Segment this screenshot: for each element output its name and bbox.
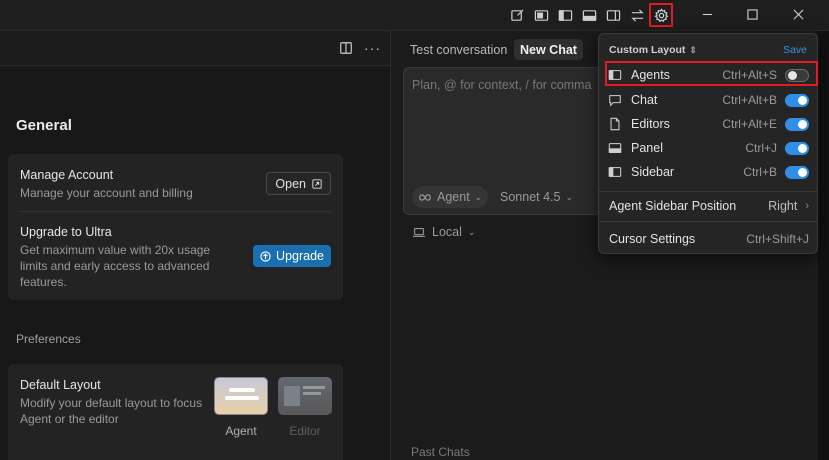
more-icon[interactable]: ··· <box>364 40 381 56</box>
account-card: Manage Account Manage your account and b… <box>8 154 343 300</box>
gear-icon[interactable] <box>649 3 673 27</box>
layout-item-shortcut: Ctrl+Alt+E <box>722 117 777 131</box>
environment-selector[interactable]: Local ⌄ <box>412 225 475 239</box>
laptop-icon <box>412 227 426 237</box>
tab-label: New Chat <box>520 42 577 57</box>
chevron-down-icon: ⌄ <box>467 226 476 237</box>
agents-toggle[interactable] <box>785 68 809 82</box>
upgrade-button-label: Upgrade <box>276 249 324 263</box>
infinity-icon <box>419 193 431 201</box>
section-title: General <box>16 117 72 134</box>
layout-dropdown: Custom Layout ⇕ Save Agents Ctrl+Alt+S C… <box>598 33 818 254</box>
settings-panel: ··· General Manage Account Manage your a… <box>0 31 391 460</box>
divider <box>20 211 331 212</box>
tab-test-conversation[interactable]: Test conversation <box>404 39 513 60</box>
custom-layout-label: Custom Layout <box>609 44 686 56</box>
layout-item-shortcut: Ctrl+Alt+B <box>722 93 777 107</box>
settings-body: General Manage Account Manage your accou… <box>0 67 390 460</box>
layout-item-label: Editors <box>631 117 670 131</box>
agent-sidebar-position-value: Right <box>768 199 798 213</box>
divider <box>599 221 817 222</box>
swap-icon[interactable] <box>629 7 645 23</box>
compose-icon[interactable] <box>509 7 525 23</box>
sidebar-icon <box>607 164 623 180</box>
agent-sidebar-position-label: Agent Sidebar Position <box>609 199 737 213</box>
layout-item-shortcut: Ctrl+J <box>745 141 777 155</box>
layout-item-label: Agents <box>631 68 670 82</box>
default-layout-card: Default Layout Modify your default layou… <box>8 364 343 460</box>
upgrade-desc: Get maximum value with 20x usage limits … <box>20 243 211 289</box>
layout-option-editor-label: Editor <box>289 424 321 438</box>
chevron-right-icon: › <box>805 200 809 212</box>
custom-layout-header[interactable]: Custom Layout ⇕ <box>609 44 697 56</box>
default-layout-row: Default Layout Modify your default layou… <box>20 378 203 427</box>
layout-agents-icon[interactable] <box>533 7 549 23</box>
layout-item-label: Sidebar <box>631 165 675 179</box>
editors-toggle[interactable] <box>785 117 809 131</box>
agents-panel-icon <box>607 67 623 83</box>
external-link-icon <box>312 178 322 189</box>
preferences-label: Preferences <box>16 332 81 346</box>
layout-right-icon[interactable] <box>605 7 621 23</box>
agent-mode-selector[interactable]: Agent ⌄ <box>412 186 489 208</box>
layout-option-agent-label: Agent <box>225 424 257 438</box>
layout-panel-icon[interactable] <box>581 7 597 23</box>
tab-label: Test conversation <box>410 42 508 57</box>
default-layout-title: Default Layout <box>20 378 101 392</box>
chevron-down-icon: ⌄ <box>474 191 483 202</box>
upgrade-icon <box>260 250 271 262</box>
cursor-settings-label: Cursor Settings <box>609 232 696 246</box>
chevron-down-icon: ⌄ <box>565 191 574 202</box>
upgrade-button[interactable]: Upgrade <box>253 245 331 267</box>
layout-item-chat[interactable]: Chat Ctrl+Alt+B <box>607 89 809 111</box>
maximize-button[interactable] <box>742 4 762 24</box>
background-window-strip <box>818 31 829 460</box>
panel-toggle[interactable] <box>785 141 809 155</box>
open-button[interactable]: Open <box>266 172 331 195</box>
tab-new-chat[interactable]: New Chat <box>514 39 583 60</box>
layout-item-shortcut: Ctrl+Alt+S <box>722 68 777 82</box>
layout-item-label: Panel <box>631 141 663 155</box>
chevron-updown-icon: ⇕ <box>689 44 697 55</box>
default-layout-desc: Modify your default layout to focus Agen… <box>20 396 203 426</box>
panel-icon <box>607 140 623 156</box>
save-link[interactable]: Save <box>783 44 807 56</box>
agent-sidebar-position-row[interactable]: Agent Sidebar Position Right › <box>609 196 809 216</box>
divider <box>599 191 817 192</box>
layout-sidebar-icon[interactable] <box>557 7 573 23</box>
split-view-icon[interactable] <box>339 41 355 57</box>
layout-item-agents[interactable]: Agents Ctrl+Alt+S <box>607 64 809 86</box>
sidebar-toggle[interactable] <box>785 165 809 179</box>
model-selector[interactable]: Sonnet 4.5 ⌄ <box>500 186 573 208</box>
settings-toolbar: ··· <box>0 31 391 66</box>
minimize-button[interactable] <box>697 4 717 24</box>
title-bar <box>0 0 829 31</box>
upgrade-row: Upgrade to Ultra Get maximum value with … <box>20 225 233 290</box>
file-icon <box>607 116 623 132</box>
open-button-label: Open <box>275 176 306 191</box>
composer-placeholder: Plan, @ for context, / for comma <box>412 78 592 92</box>
layout-option-editor[interactable] <box>278 377 332 415</box>
chat-toggle[interactable] <box>785 93 809 107</box>
layout-item-editors[interactable]: Editors Ctrl+Alt+E <box>607 113 809 135</box>
close-button[interactable] <box>788 4 808 24</box>
layout-option-agent[interactable] <box>214 377 268 415</box>
layout-item-shortcut: Ctrl+B <box>743 165 777 179</box>
agent-mode-label: Agent <box>437 190 470 204</box>
upgrade-title: Upgrade to Ultra <box>20 225 112 239</box>
past-chats-label: Past Chats <box>411 445 470 459</box>
model-label: Sonnet 4.5 <box>500 190 561 204</box>
environment-label: Local <box>432 225 462 239</box>
cursor-settings-shortcut: Ctrl+Shift+J <box>746 232 809 246</box>
cursor-settings-row[interactable]: Cursor Settings Ctrl+Shift+J <box>609 229 809 249</box>
layout-item-sidebar[interactable]: Sidebar Ctrl+B <box>607 161 809 183</box>
chat-bubble-icon <box>607 92 623 108</box>
layout-item-panel[interactable]: Panel Ctrl+J <box>607 137 809 159</box>
layout-item-label: Chat <box>631 93 658 107</box>
